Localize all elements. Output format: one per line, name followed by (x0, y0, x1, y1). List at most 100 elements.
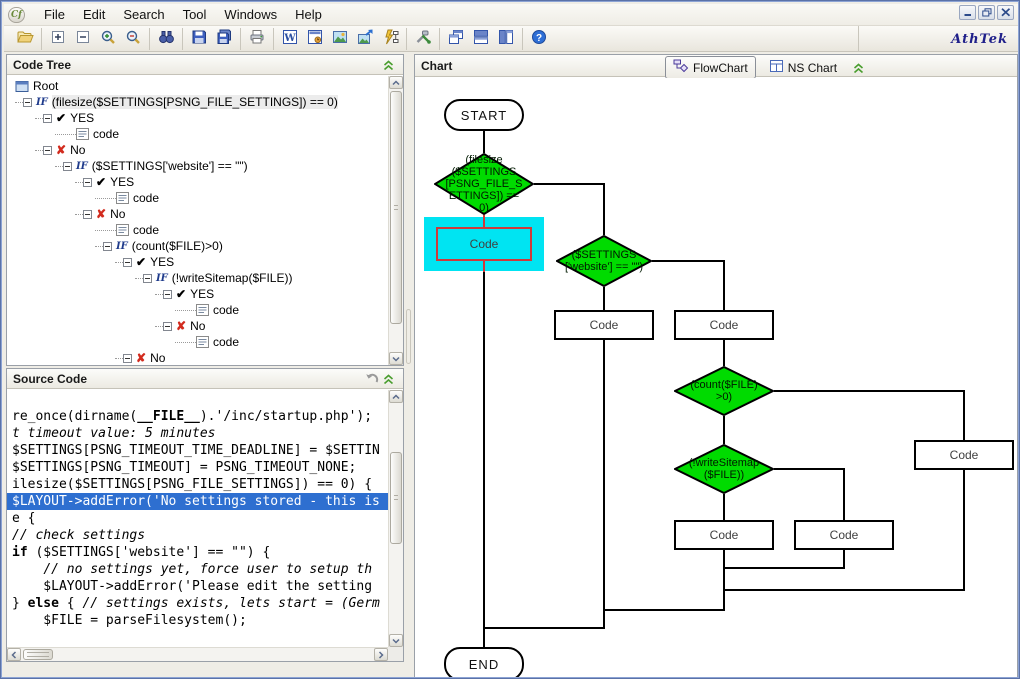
tree-expander[interactable] (123, 258, 132, 267)
print-button[interactable] (246, 28, 268, 50)
tree-expander[interactable] (63, 162, 72, 171)
tab-flowchart[interactable]: FlowChart (665, 56, 756, 79)
tree-item-code[interactable]: code (7, 334, 388, 350)
flow-node-d3[interactable] (674, 366, 774, 416)
tree-expander[interactable] (123, 354, 132, 363)
tree-item-label: YES (190, 287, 214, 301)
flow-node-code6[interactable]: Code (914, 440, 1014, 470)
tree-item-if[interactable]: IF(!writeSitemap($FILE)) (7, 270, 388, 286)
tree-item-code[interactable]: code (7, 302, 388, 318)
flow-node-code3[interactable]: Code (674, 310, 774, 340)
expand-button[interactable] (47, 28, 69, 50)
source-line: t timeout value: 5 minutes (12, 425, 388, 442)
help-button[interactable]: ? (528, 28, 550, 50)
flow-edge (723, 340, 725, 366)
tile-horizontal-button[interactable] (470, 28, 492, 50)
scrollbar-left-button[interactable] (7, 648, 21, 661)
brand-text: AthTek (858, 26, 1018, 52)
scrollbar-right-button[interactable] (374, 648, 388, 661)
menu-item-windows[interactable]: Windows (215, 5, 286, 24)
tree-item-yes[interactable]: ✔YES (7, 254, 388, 270)
tree-item-code[interactable]: code (7, 222, 388, 238)
tree-expander[interactable] (23, 98, 32, 107)
close-button[interactable] (997, 5, 1014, 20)
tree-item-no[interactable]: ✘No (7, 318, 388, 334)
export-word-button[interactable]: W (279, 28, 301, 50)
tree-item-if[interactable]: IF($SETTINGS['website'] == "") (7, 158, 388, 174)
minimize-button[interactable] (959, 5, 976, 20)
code-tree-vscrollbar[interactable] (388, 76, 403, 365)
tree-item-no[interactable]: ✘No (7, 350, 388, 365)
tree-item-no[interactable]: ✘No (7, 142, 388, 158)
menu-item-search[interactable]: Search (114, 5, 173, 24)
scrollbar-thumb[interactable] (23, 649, 53, 660)
tab-ns-chart[interactable]: NS Chart (762, 57, 844, 78)
tree-expander[interactable] (43, 114, 52, 123)
tree-item-yes[interactable]: ✔YES (7, 110, 388, 126)
tree-item-code[interactable]: code (7, 190, 388, 206)
flow-node-d1[interactable] (434, 153, 534, 215)
check-icon: ✔ (136, 255, 146, 269)
tree-expander[interactable] (143, 274, 152, 283)
export-visio-button[interactable] (304, 28, 326, 50)
source-code-editor[interactable]: re_once(dirname(__FILE__).'/inc/startup.… (7, 390, 388, 647)
tree-item-yes[interactable]: ✔YES (7, 174, 388, 190)
find-button[interactable] (155, 28, 177, 50)
save-all-button[interactable] (213, 28, 235, 50)
code-tree-collapse-button[interactable] (380, 57, 397, 72)
export-image-button[interactable] (354, 28, 376, 50)
flow-node-d4[interactable] (674, 444, 774, 494)
menu-item-help[interactable]: Help (286, 5, 331, 24)
flow-edge (484, 627, 604, 629)
flow-node-selected-box[interactable]: Code (436, 227, 532, 261)
tree-item-no[interactable]: ✘No (7, 206, 388, 222)
menu-item-file[interactable]: File (35, 5, 74, 24)
chart-collapse-button[interactable] (850, 60, 867, 75)
tree-expander[interactable] (103, 242, 112, 251)
flow-node-d2[interactable] (556, 235, 652, 287)
scrollbar-up-button[interactable] (389, 390, 403, 403)
zoom-in-button[interactable] (97, 28, 119, 50)
panel-splitter[interactable] (405, 54, 413, 679)
flow-node-start[interactable]: START (444, 99, 524, 131)
tree-connector (95, 246, 103, 247)
tree-connector (75, 182, 83, 183)
flow-node-code4[interactable]: Code (674, 520, 774, 550)
tree-expander[interactable] (163, 290, 172, 299)
undo-button[interactable] (363, 371, 380, 386)
source-hscrollbar[interactable] (7, 647, 388, 661)
open-folder-button[interactable] (14, 28, 36, 50)
source-vscrollbar[interactable] (388, 390, 403, 647)
tree-item-if[interactable]: IF(count($FILE)>0) (7, 238, 388, 254)
tree-item-if[interactable]: IF(filesize($SETTINGS[PSNG_FILE_SETTINGS… (7, 94, 388, 110)
scrollbar-down-button[interactable] (389, 634, 403, 647)
restore-button[interactable] (978, 5, 995, 20)
flow-node-end[interactable]: END (444, 647, 524, 678)
cascade-windows-button[interactable] (445, 28, 467, 50)
tree-expander[interactable] (83, 178, 92, 187)
flow-node-code2[interactable]: Code (554, 310, 654, 340)
save-button[interactable] (188, 28, 210, 50)
tree-expander[interactable] (83, 210, 92, 219)
image-button[interactable] (329, 28, 351, 50)
scrollbar-up-button[interactable] (389, 76, 403, 89)
zoom-out-button[interactable] (122, 28, 144, 50)
tree-item-root[interactable]: Root (7, 78, 388, 94)
collapse-button[interactable] (72, 28, 94, 50)
scrollbar-thumb[interactable] (390, 91, 402, 324)
menu-item-edit[interactable]: Edit (74, 5, 114, 24)
scrollbar-thumb[interactable] (390, 452, 402, 544)
tree-expander[interactable] (43, 146, 52, 155)
splitter-grip[interactable] (406, 309, 411, 364)
tree-item-code[interactable]: code (7, 126, 388, 142)
save-icon (191, 29, 207, 48)
export-flowchart-button[interactable] (379, 28, 401, 50)
menu-item-tool[interactable]: Tool (174, 5, 216, 24)
settings-tools-button[interactable] (412, 28, 434, 50)
source-code-collapse-button[interactable] (380, 371, 397, 386)
tree-expander[interactable] (163, 322, 172, 331)
tree-item-yes[interactable]: ✔YES (7, 286, 388, 302)
scrollbar-down-button[interactable] (389, 352, 403, 365)
flow-node-code5[interactable]: Code (794, 520, 894, 550)
tile-vertical-button[interactable] (495, 28, 517, 50)
